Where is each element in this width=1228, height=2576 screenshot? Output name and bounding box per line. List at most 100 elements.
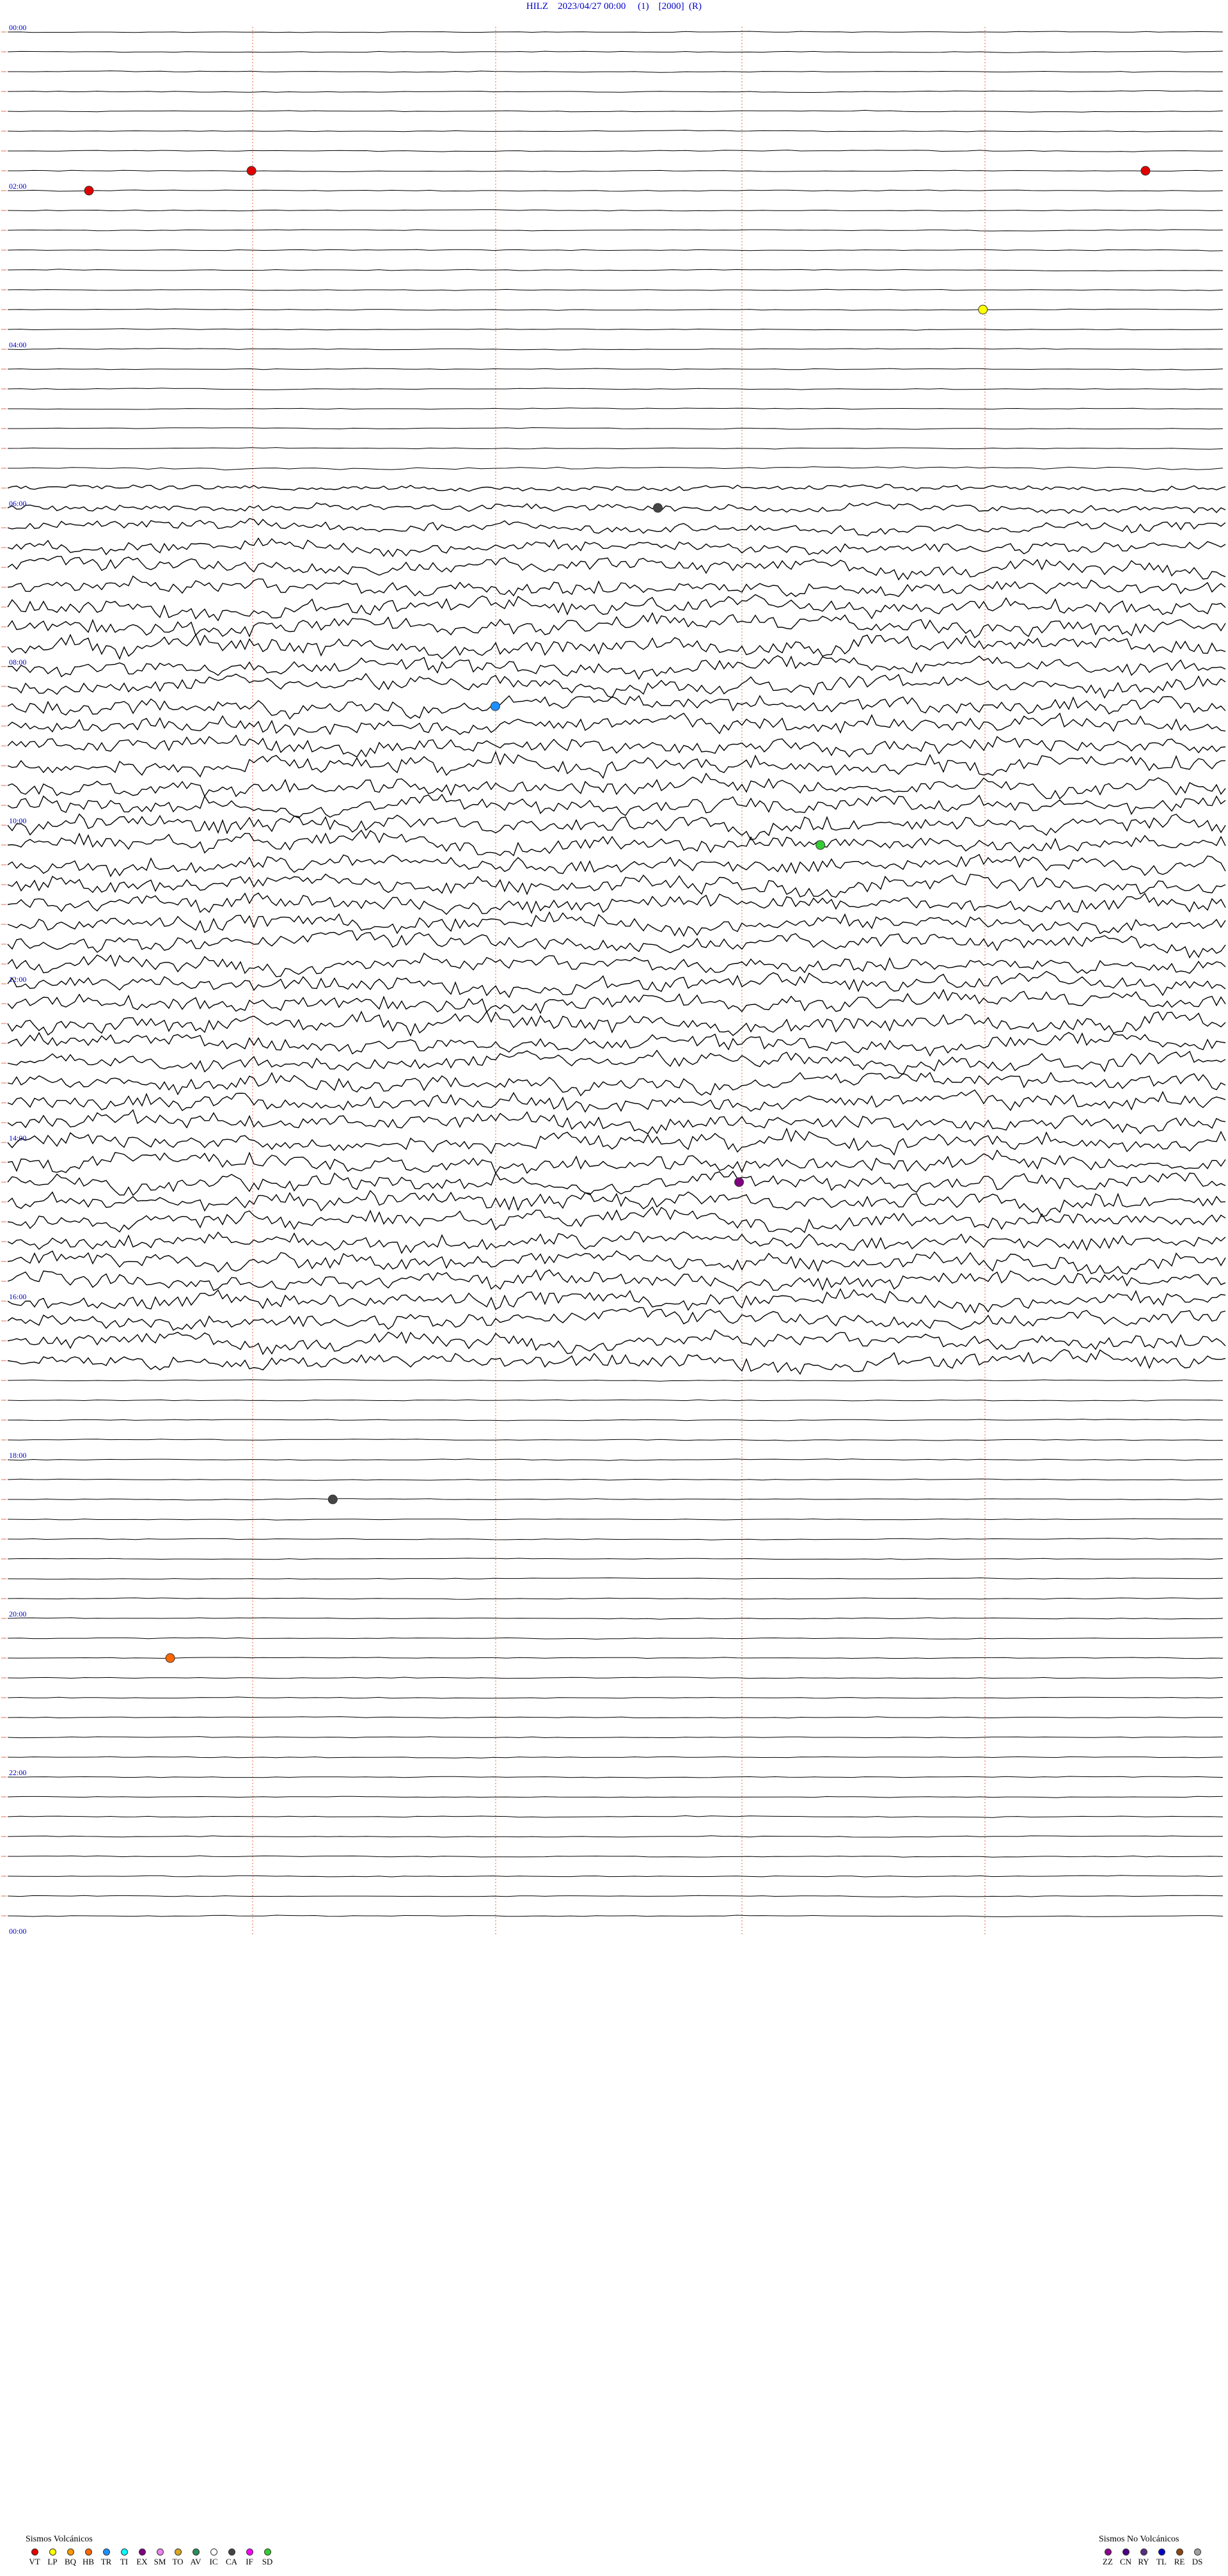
hour-label: 14:00 — [9, 1134, 26, 1142]
legend-item-tl: TL — [1153, 2548, 1170, 2567]
legend-dot — [138, 2548, 146, 2556]
trace-row-77 — [7, 1558, 1224, 1560]
trace-row-13 — [7, 288, 1224, 291]
hour-label: 04:00 — [9, 340, 26, 349]
legend-item-ds: DS — [1188, 2548, 1206, 2567]
trace-row-17 — [7, 368, 1224, 370]
legend-dot — [1140, 2548, 1147, 2556]
legend-item-tr: TR — [97, 2548, 115, 2567]
trace-row-66 — [7, 1329, 1226, 1355]
hour-label: 22:00 — [9, 1768, 26, 1777]
trace-row-19 — [8, 407, 1223, 410]
trace-row-20 — [8, 427, 1224, 430]
volcanic-legend: Sismos Volcánicos VT LP BQ HB TR TI EX SM TO AV IC… — [26, 2534, 276, 2567]
legend-item-ic: IC — [205, 2548, 223, 2567]
trace-row-1 — [7, 51, 1224, 53]
trace-row-63 — [7, 1269, 1226, 1292]
trace-row-44 — [7, 892, 1226, 915]
trace-row-58 — [7, 1170, 1226, 1196]
legend-dot — [1122, 2548, 1130, 2556]
trace-row-53 — [7, 1071, 1226, 1097]
trace-row-14 — [7, 308, 1224, 311]
trace-row-55 — [7, 1109, 1226, 1135]
legend-label: TR — [100, 2557, 112, 2566]
legend-label: EX — [136, 2557, 148, 2566]
trace-row-95 — [7, 1915, 1224, 1917]
trace-row-56 — [7, 1127, 1226, 1156]
trace-row-57 — [7, 1149, 1226, 1174]
trace-row-52 — [7, 1049, 1226, 1075]
legend-item-ry: RY — [1135, 2548, 1153, 2567]
legend-item-av: AV — [187, 2548, 205, 2567]
trace-row-28 — [7, 575, 1226, 597]
trace-row-88 — [7, 1776, 1224, 1778]
event-marker-CA — [653, 503, 663, 513]
trace-row-85 — [7, 1716, 1224, 1719]
trace-row-35 — [7, 712, 1226, 736]
trace-row-6 — [8, 150, 1224, 152]
helicorder-plot: 00:00 02:00 04:00 06:00 08:00 10:00 12:00 14:00… — [1, 23, 1226, 1936]
trace-row-21 — [7, 447, 1224, 450]
trace-row-60 — [7, 1206, 1226, 1233]
trace-row-22 — [8, 466, 1224, 471]
legend-item-cn: CN — [1117, 2548, 1135, 2567]
trace-row-54 — [7, 1089, 1226, 1113]
trace-row-4 — [7, 109, 1224, 113]
legend-dot — [192, 2548, 200, 2556]
hour-label: 00:00 — [9, 23, 26, 32]
trace-row-69 — [7, 1399, 1224, 1402]
trace-row-40 — [7, 813, 1226, 841]
non-volcanic-legend: Sismos No Volcánicos ZZ CN RY TL RE DS — [1099, 2534, 1206, 2567]
legend-label: DS — [1192, 2557, 1203, 2566]
legend-item-ti: TI — [115, 2548, 133, 2567]
legend-label: ZZ — [1103, 2557, 1113, 2566]
trace-row-11 — [7, 249, 1224, 251]
trace-row-73 — [7, 1478, 1224, 1481]
trace-row-80 — [7, 1617, 1224, 1620]
legend-label: CN — [1119, 2557, 1132, 2566]
trace-row-23 — [7, 484, 1226, 493]
trace-row-74 — [8, 1498, 1224, 1501]
event-marker-CA — [327, 1494, 338, 1505]
legend-item-lp: LP — [43, 2548, 61, 2567]
trace-row-42 — [7, 853, 1226, 878]
trace-row-27 — [7, 556, 1226, 581]
hour-label: 16:00 — [9, 1292, 26, 1301]
legend-dot — [102, 2548, 110, 2556]
trace-row-76 — [7, 1538, 1223, 1540]
trace-row-91 — [7, 1835, 1224, 1838]
trace-row-43 — [7, 873, 1226, 898]
trace-row-8 — [8, 189, 1224, 192]
trace-row-65 — [7, 1307, 1226, 1331]
trace-row-47 — [7, 952, 1226, 977]
trace-row-0 — [7, 31, 1224, 33]
trace-row-39 — [7, 793, 1226, 819]
legend-item-vt: VT — [26, 2548, 43, 2567]
legend-dot — [264, 2548, 271, 2556]
trace-row-34 — [7, 695, 1226, 720]
trace-row-50 — [7, 1010, 1226, 1037]
hour-label: 12:00 — [9, 975, 26, 984]
trace-row-45 — [7, 911, 1226, 937]
legend-dot — [31, 2548, 38, 2556]
trace-row-59 — [7, 1190, 1226, 1217]
legend-item-hb: HB — [79, 2548, 97, 2567]
event-marker-EX — [734, 1177, 744, 1187]
hour-label: 06:00 — [9, 499, 26, 508]
trace-row-90 — [7, 1815, 1224, 1818]
hour-label: 18:00 — [9, 1451, 26, 1460]
hour-label: 10:00 — [9, 816, 26, 825]
trace-row-71 — [7, 1439, 1224, 1441]
trace-row-24 — [7, 502, 1226, 514]
legend-label: TI — [120, 2557, 129, 2566]
trace-row-41 — [7, 829, 1226, 857]
trace-row-79 — [7, 1597, 1224, 1600]
legend-label: HB — [82, 2557, 95, 2566]
event-marker-VT — [84, 186, 94, 196]
event-marker-VT — [1140, 166, 1151, 176]
trace-row-78 — [7, 1577, 1224, 1580]
legend-label: TL — [1156, 2557, 1167, 2566]
trace-row-7 — [8, 170, 1224, 172]
legend-item-ca: CA — [223, 2548, 240, 2567]
legend-label: CA — [225, 2557, 238, 2566]
